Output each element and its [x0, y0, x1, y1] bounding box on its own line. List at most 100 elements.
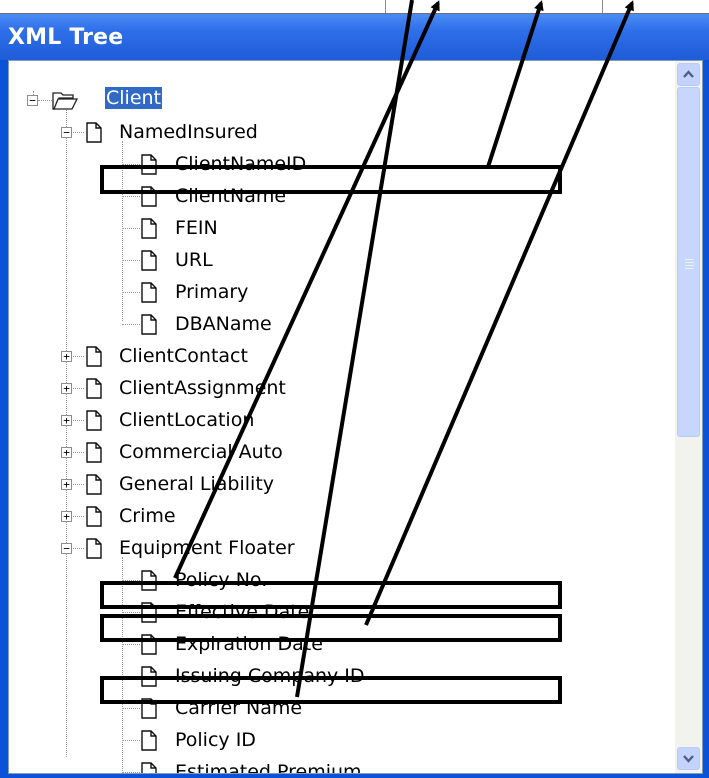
scroll-up-button[interactable]: [677, 63, 700, 86]
tree-node-row[interactable]: + Crime: [9, 501, 674, 533]
tree-node-label[interactable]: General Liability: [119, 473, 274, 495]
tree-node-label[interactable]: Commercial Auto: [119, 441, 283, 463]
tree-node-row[interactable]: URL: [9, 245, 674, 277]
collapse-icon[interactable]: −: [27, 95, 38, 106]
document-icon: [141, 762, 157, 773]
tree-connector: [122, 740, 140, 742]
tree-node-row[interactable]: − Equipment Floater: [9, 533, 674, 565]
arrow-up-icon: [683, 70, 694, 78]
tree-node-label[interactable]: ClientName: [175, 185, 286, 207]
tree-node-label[interactable]: Issuing Company ID: [175, 665, 365, 687]
tree-node-row[interactable]: Policy ID: [9, 725, 674, 757]
document-icon: [86, 378, 102, 399]
tree-node-label[interactable]: ClientAssignment: [119, 377, 286, 399]
document-icon: [86, 410, 102, 431]
thumb-grip: [685, 259, 694, 260]
expand-icon[interactable]: +: [61, 351, 72, 362]
tree-connector: [122, 324, 140, 326]
column-divider: [602, 0, 603, 14]
tree-node-label[interactable]: Primary: [175, 281, 248, 303]
tree-node-row[interactable]: Expiration Date: [9, 629, 674, 661]
tree-node-row[interactable]: + General Liability: [9, 469, 674, 501]
expand-icon[interactable]: +: [61, 415, 72, 426]
document-icon: [86, 442, 102, 463]
tree-node-label[interactable]: URL: [175, 249, 213, 271]
tree-node-row[interactable]: Policy No.: [9, 565, 674, 597]
document-icon: [141, 218, 157, 239]
tree-node-label[interactable]: ClientLocation: [119, 409, 254, 431]
tree-connector: [122, 292, 140, 294]
document-icon: [86, 474, 102, 495]
column-divider: [385, 0, 386, 14]
tree-node-label[interactable]: Policy ID: [175, 729, 256, 751]
expand-icon[interactable]: +: [61, 447, 72, 458]
tree-node-label[interactable]: ClientNameID: [175, 153, 306, 175]
xml-tree: − Client − NamedInsured ClientNameID Client…: [9, 61, 674, 773]
folder-open-icon: [52, 92, 78, 110]
tree-connector: [122, 676, 140, 678]
document-icon: [141, 570, 157, 591]
document-icon: [86, 506, 102, 527]
tree-node-label[interactable]: ClientContact: [119, 345, 248, 367]
tree-node-label[interactable]: FEIN: [175, 217, 218, 239]
tree-connector: [122, 772, 140, 773]
scroll-thumb[interactable]: [677, 87, 700, 437]
thumb-grip: [685, 268, 694, 269]
expand-icon[interactable]: +: [61, 511, 72, 522]
document-icon: [86, 346, 102, 367]
tree-node-label[interactable]: Effective Date: [175, 601, 309, 623]
tree-node-row[interactable]: + ClientContact: [9, 341, 674, 373]
tree-node-label[interactable]: NamedInsured: [119, 121, 258, 143]
tree-node-label[interactable]: Carrier Name: [175, 697, 302, 719]
tree-connector: [122, 708, 140, 710]
tree-connector: [122, 164, 140, 166]
arrow-down-icon: [683, 755, 694, 763]
tree-node-row[interactable]: FEIN: [9, 213, 674, 245]
tree-node-label[interactable]: Expiration Date: [175, 633, 323, 655]
tree-connector: [122, 612, 140, 614]
scroll-down-button[interactable]: [677, 747, 700, 770]
tree-node-label[interactable]: DBAName: [175, 313, 272, 335]
tree-node-row[interactable]: Carrier Name: [9, 693, 674, 725]
top-window-strip: [0, 0, 709, 14]
vertical-scrollbar[interactable]: [675, 61, 702, 773]
tree-connector: [122, 644, 140, 646]
title-bar: XML Tree: [0, 14, 709, 60]
tree-node-row[interactable]: Effective Date: [9, 597, 674, 629]
document-icon: [141, 602, 157, 623]
document-icon: [141, 634, 157, 655]
xml-tree-window: XML Tree − Client − NamedInsured ClientNam…: [0, 14, 709, 778]
document-icon: [141, 666, 157, 687]
tree-node-row[interactable]: Issuing Company ID: [9, 661, 674, 693]
thumb-grip: [685, 265, 694, 266]
expand-icon[interactable]: +: [61, 479, 72, 490]
expand-icon[interactable]: +: [61, 383, 72, 394]
document-icon: [86, 122, 102, 143]
tree-node-row[interactable]: + ClientLocation: [9, 405, 674, 437]
collapse-icon[interactable]: −: [61, 127, 72, 138]
window-title: XML Tree: [8, 25, 124, 50]
tree-connector: [122, 260, 140, 262]
document-icon: [141, 154, 157, 175]
tree-node-label[interactable]: Policy No.: [175, 569, 267, 591]
tree-node-row[interactable]: − NamedInsured: [9, 117, 674, 149]
tree-root-label[interactable]: Client: [105, 87, 163, 109]
tree-node-row[interactable]: DBAName: [9, 309, 674, 341]
tree-root-row[interactable]: − Client: [9, 85, 674, 117]
tree-node-row[interactable]: ClientName: [9, 181, 674, 213]
tree-node-row[interactable]: Primary: [9, 277, 674, 309]
document-icon: [141, 698, 157, 719]
tree-node-row[interactable]: + Commercial Auto: [9, 437, 674, 469]
tree-node-row[interactable]: + ClientAssignment: [9, 373, 674, 405]
tree-node-label[interactable]: Crime: [119, 505, 176, 527]
document-icon: [141, 250, 157, 271]
tree-connector: [122, 228, 140, 230]
tree-node-row[interactable]: Estimated Premium: [9, 757, 674, 773]
tree-node-row[interactable]: ClientNameID: [9, 149, 674, 181]
tree-node-label[interactable]: Estimated Premium: [175, 761, 362, 773]
tree-pane: − Client − NamedInsured ClientNameID Client…: [8, 60, 703, 774]
tree-connector: [122, 196, 140, 198]
collapse-icon[interactable]: −: [61, 543, 72, 554]
tree-connector: [122, 580, 140, 582]
tree-node-label[interactable]: Equipment Floater: [119, 537, 295, 559]
